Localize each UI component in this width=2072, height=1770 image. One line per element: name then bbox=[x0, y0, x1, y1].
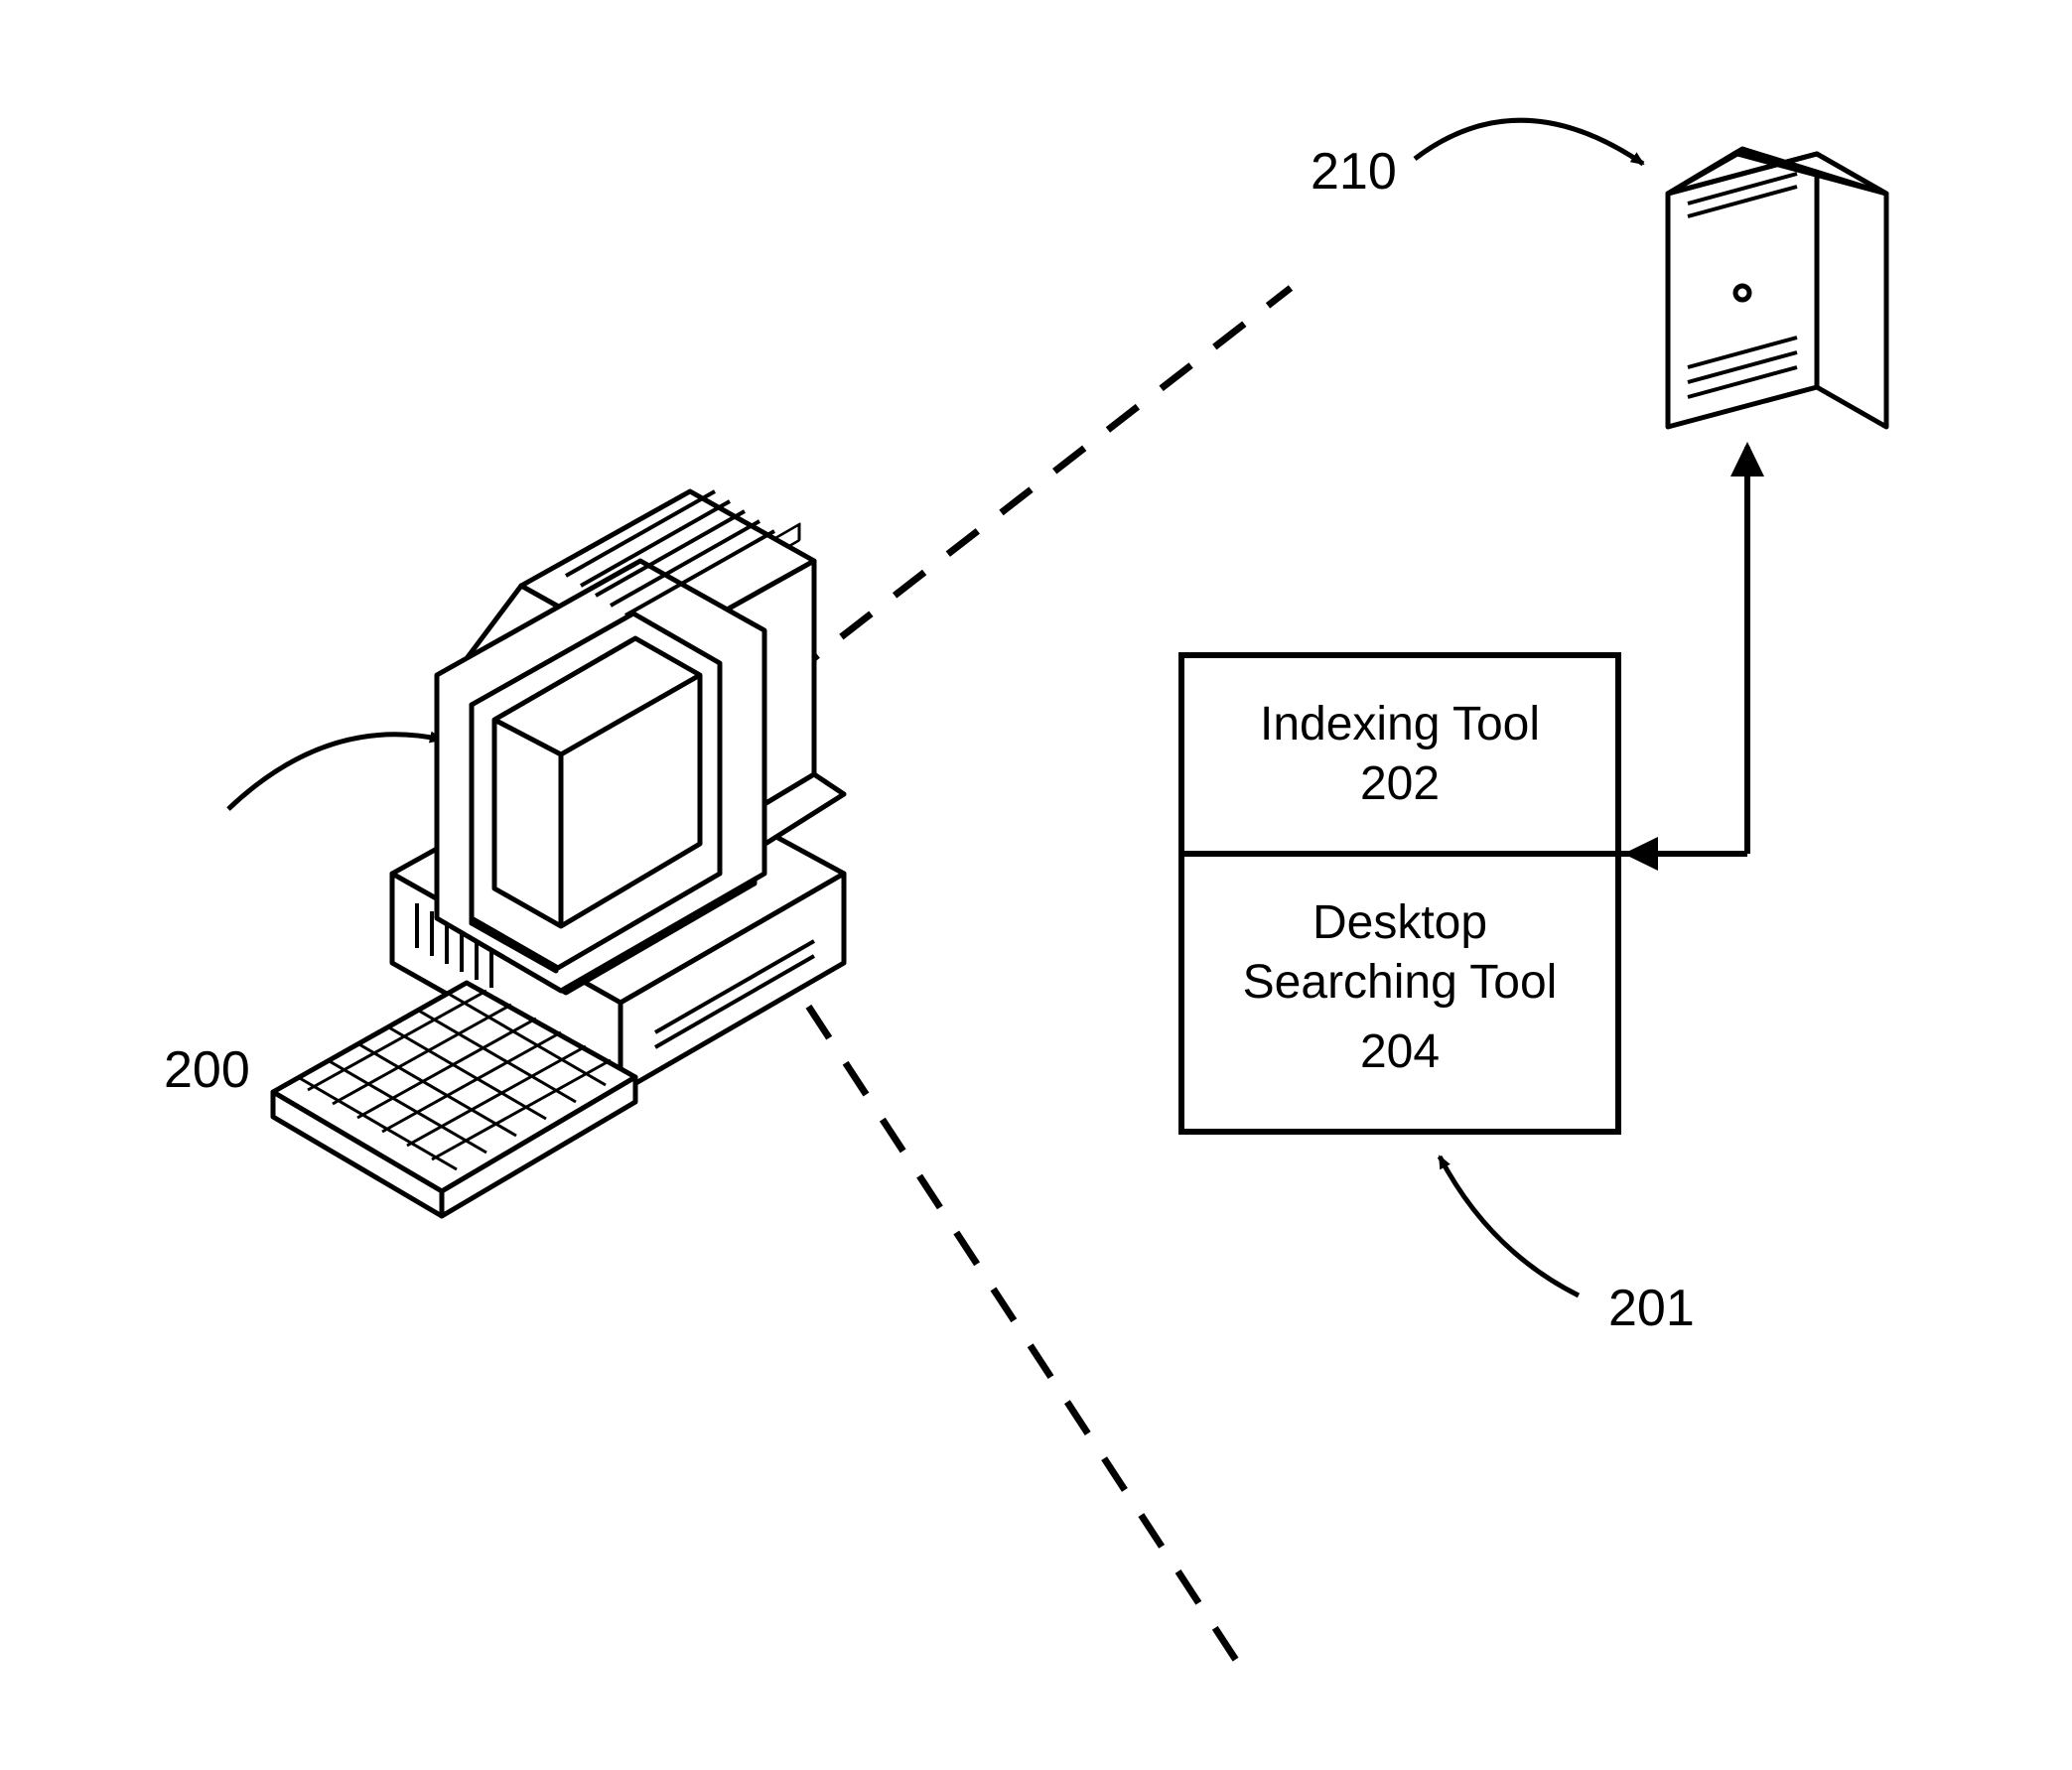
toolbox-ref: 201 bbox=[1440, 1157, 1695, 1337]
computer-icon bbox=[273, 491, 844, 1216]
diagram-root: Indexing Tool 202 Desktop Searching Tool… bbox=[0, 0, 2072, 1770]
server-icon bbox=[1668, 149, 1886, 427]
toolbox-ref-number: 201 bbox=[1608, 1280, 1695, 1337]
desktop-label-1: Desktop bbox=[1312, 896, 1487, 949]
desktop-label-2: Searching Tool bbox=[1243, 956, 1558, 1009]
dashed-line-lower bbox=[735, 893, 1241, 1668]
desktop-number: 204 bbox=[1360, 1025, 1440, 1078]
computer-ref-number: 200 bbox=[164, 1041, 250, 1099]
bidirectional-arrow bbox=[1618, 442, 1764, 871]
server-ref: 210 bbox=[1311, 120, 1643, 201]
server-ref-number: 210 bbox=[1311, 143, 1397, 201]
tool-box: Indexing Tool 202 Desktop Searching Tool… bbox=[1181, 655, 1618, 1132]
indexing-tool-label: Indexing Tool bbox=[1260, 698, 1540, 750]
indexing-tool-number: 202 bbox=[1360, 757, 1440, 810]
